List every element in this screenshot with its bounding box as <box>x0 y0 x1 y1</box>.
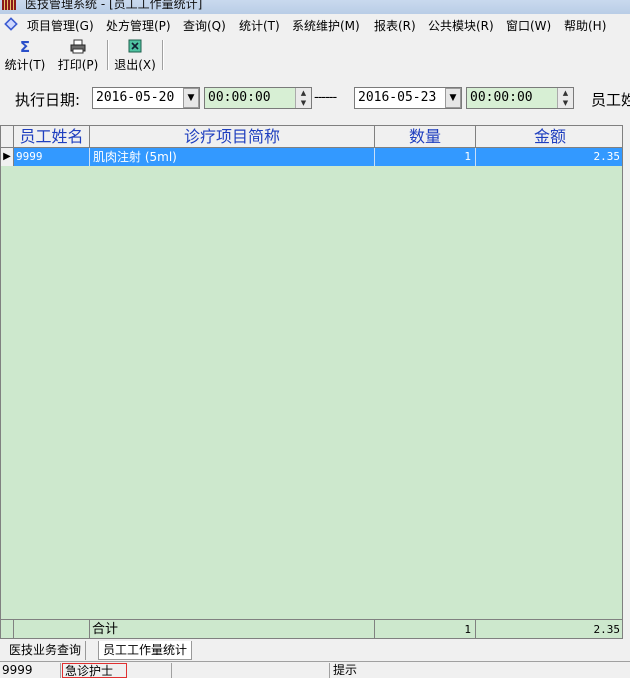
start-date-dropdown-icon[interactable]: ▼ <box>183 88 199 108</box>
status-user: 9999 <box>0 663 61 678</box>
exit-button-label: 退出(X) <box>114 58 156 72</box>
exit-button[interactable]: 退出(X) <box>113 39 157 73</box>
end-time-spinner[interactable]: ▲ ▼ <box>557 88 573 108</box>
grid-footer: 合计 1 2.35 <box>1 619 622 638</box>
start-time-spinner[interactable]: ▲ ▼ <box>295 88 311 108</box>
cell-employee[interactable]: 9999 <box>14 148 90 166</box>
footer-indicator <box>1 620 14 638</box>
cell-amount[interactable]: 2.35 <box>476 148 622 166</box>
employee-label: 员工姓 <box>591 91 630 109</box>
title-bar: 医技管理系统 - [员工工作量统计] <box>0 0 630 14</box>
toolbar-separator <box>107 40 109 70</box>
menu-bar: 项目管理(G) 处方管理(P) 查询(Q) 统计(T) 系统维护(M) 报表(R… <box>0 14 630 36</box>
print-button[interactable]: 打印(P) <box>56 39 100 73</box>
menu-item-query[interactable]: 查询(Q) <box>183 17 226 34</box>
menu-item-prescription[interactable]: 处方管理(P) <box>106 17 171 34</box>
sigma-icon: Σ <box>19 38 31 56</box>
date-label: 执行日期: <box>15 91 81 109</box>
row-indicator-header <box>1 126 14 147</box>
spin-down-icon[interactable]: ▼ <box>296 98 311 108</box>
app-icon <box>2 0 16 10</box>
spin-down-icon[interactable]: ▼ <box>558 98 573 108</box>
status-blank <box>127 663 172 678</box>
grid-header: 员工姓名 诊疗项目简称 数量 金额 <box>1 126 622 148</box>
status-role: 急诊护士 <box>62 663 127 678</box>
column-header-employee[interactable]: 员工姓名 <box>14 126 90 147</box>
menu-item-window[interactable]: 窗口(W) <box>506 17 551 34</box>
stats-button-label: 统计(T) <box>4 58 46 72</box>
printer-icon <box>56 39 100 56</box>
footer-total-quantity: 1 <box>375 620 476 638</box>
end-date-dropdown-icon[interactable]: ▼ <box>445 88 461 108</box>
footer-total-label: 合计 <box>90 620 375 638</box>
menu-item-common[interactable]: 公共模块(R) <box>428 17 494 34</box>
window-tabs: 医技业务查询 员工工作量统计 <box>0 641 630 660</box>
menu-item-help[interactable]: 帮助(H) <box>564 17 606 34</box>
footer-total-amount: 2.35 <box>593 623 621 636</box>
date-range-separator: ------ <box>314 90 337 105</box>
table-row[interactable]: ▶ 9999 肌肉注射 (5ml) 1 2.35 <box>1 148 622 166</box>
menu-item-statistics[interactable]: 统计(T) <box>239 17 280 34</box>
column-header-amount[interactable]: 金额 <box>476 126 622 147</box>
menu-item-project[interactable]: 项目管理(G) <box>27 17 94 34</box>
window-title: 医技管理系统 - [员工工作量统计] <box>25 0 203 11</box>
row-pointer-icon: ▶ <box>1 148 14 166</box>
column-header-item[interactable]: 诊疗项目简称 <box>90 126 375 147</box>
cell-item[interactable]: 肌肉注射 (5ml) <box>90 148 375 166</box>
toolbar: Σ 统计(T) 打印(P) 退出(X) <box>0 36 630 74</box>
status-hint: 提示 <box>333 663 358 677</box>
tab-medtech-query[interactable]: 医技业务查询 <box>5 641 87 660</box>
cell-quantity[interactable]: 1 <box>375 148 476 166</box>
stats-button[interactable]: Σ 统计(T) <box>3 39 47 73</box>
print-button-label: 打印(P) <box>57 58 99 72</box>
footer-empty <box>14 620 90 638</box>
workload-grid[interactable]: 员工姓名 诊疗项目简称 数量 金额 ▶ 9999 肌肉注射 (5ml) 1 2.… <box>0 125 623 639</box>
toolbar-separator <box>162 40 164 70</box>
status-blank-2 <box>172 663 330 678</box>
menu-item-reports[interactable]: 报表(R) <box>374 17 416 34</box>
column-header-quantity[interactable]: 数量 <box>375 126 476 147</box>
exit-icon <box>113 39 157 56</box>
menu-item-maintenance[interactable]: 系统维护(M) <box>292 17 360 34</box>
tab-workload-stats[interactable]: 员工工作量统计 <box>98 641 193 660</box>
spin-up-icon[interactable]: ▲ <box>558 88 573 98</box>
system-menu-icon[interactable] <box>4 17 18 31</box>
spin-up-icon[interactable]: ▲ <box>296 88 311 98</box>
status-bar: 9999 急诊护士 提示 <box>0 661 630 678</box>
